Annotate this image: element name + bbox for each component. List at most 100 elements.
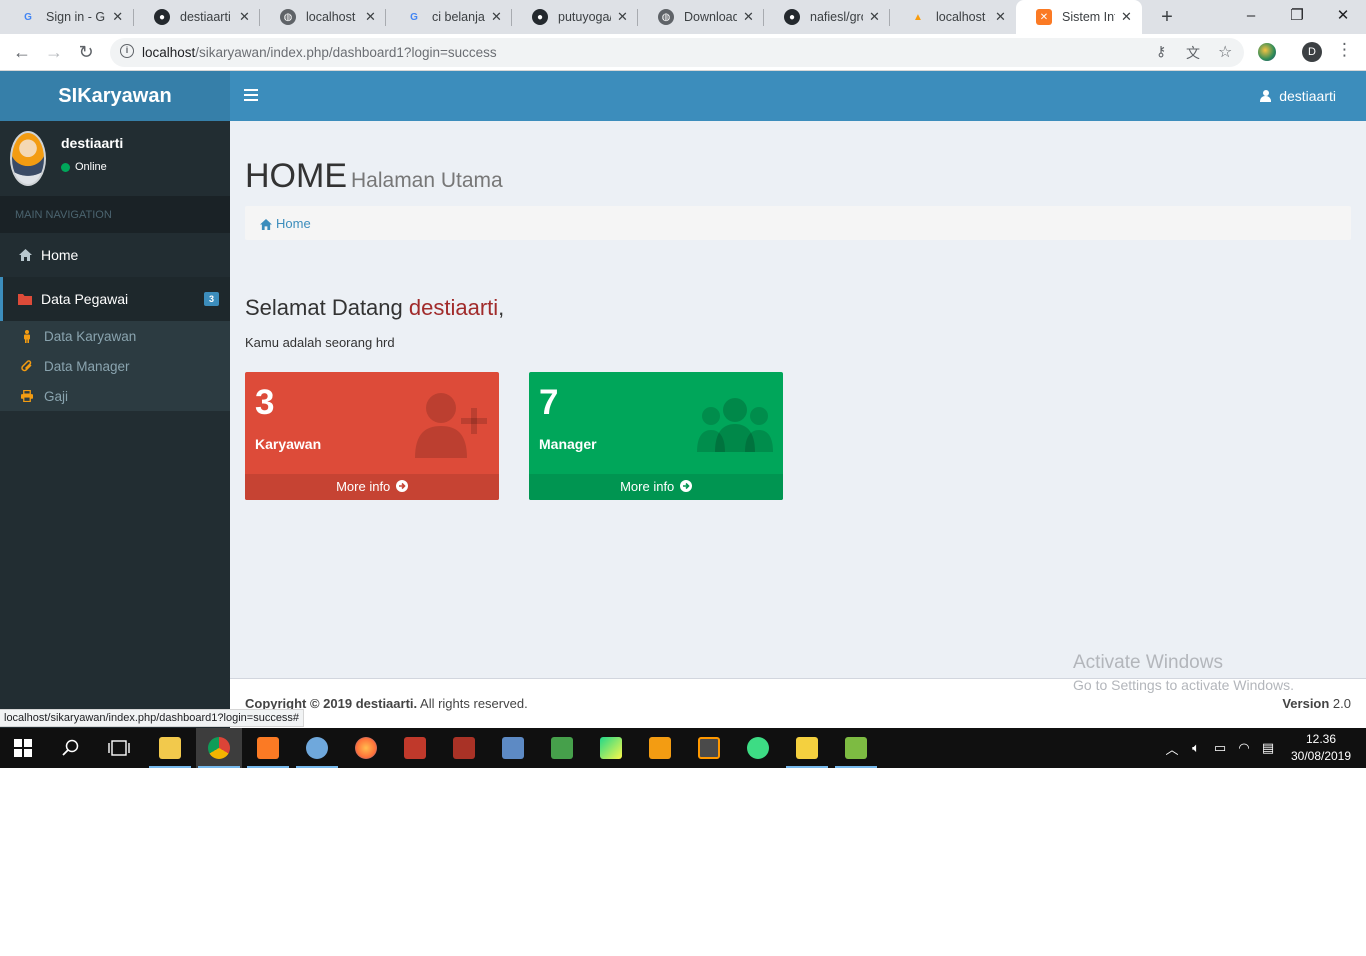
xampp-icon: ✕ bbox=[1036, 9, 1052, 25]
browser-tab[interactable]: ● destiaarti (c ✕ bbox=[134, 0, 260, 34]
taskbar-app-green[interactable] bbox=[539, 728, 585, 768]
phpmyadmin-icon: ▲ bbox=[913, 11, 923, 23]
main-content: HOME Halaman Utama Home Selamat Datang de… bbox=[230, 121, 1366, 678]
app-logo[interactable]: SIKaryawan bbox=[0, 71, 230, 121]
xampp-icon bbox=[257, 737, 279, 759]
role-text: Kamu adalah seorang hrd bbox=[245, 335, 395, 350]
close-tab-icon[interactable]: ✕ bbox=[365, 9, 376, 25]
sidebar-item-home[interactable]: Home bbox=[0, 233, 230, 277]
browser-tab[interactable]: ● nafiesl/gros ✕ bbox=[764, 0, 890, 34]
sidebar-toggle-icon[interactable] bbox=[244, 86, 258, 106]
browser-tab[interactable]: ▲ localhost / ✕ bbox=[890, 0, 1016, 34]
status-text: Online bbox=[75, 161, 107, 173]
wifi-icon[interactable]: ◠ bbox=[1232, 740, 1256, 756]
taskbar-app-paint[interactable] bbox=[294, 728, 340, 768]
page-subtitle: Halaman Utama bbox=[351, 169, 503, 192]
tab-title: nafiesl/gros bbox=[810, 10, 863, 24]
back-arrow-icon[interactable]: ← bbox=[10, 40, 34, 64]
task-view-button[interactable] bbox=[96, 728, 142, 768]
close-window-icon[interactable]: ✕ bbox=[1320, 2, 1366, 30]
chevron-up-icon[interactable]: ︿ bbox=[1160, 739, 1184, 758]
battery-icon[interactable]: ▭ bbox=[1208, 740, 1232, 756]
karyawan-count: 3 bbox=[255, 383, 275, 422]
sidebar-item-data-pegawai[interactable]: Data Pegawai 3 bbox=[0, 277, 230, 321]
browser-tab[interactable]: G Sign in - Gc ✕ bbox=[0, 0, 134, 34]
notification-icon[interactable]: ▤ bbox=[1256, 740, 1280, 756]
close-tab-icon[interactable]: ✕ bbox=[491, 9, 502, 25]
google-icon: G bbox=[410, 11, 418, 23]
avatar bbox=[10, 131, 46, 186]
breadcrumb-home-link[interactable]: Home bbox=[276, 216, 311, 231]
search-button[interactable] bbox=[48, 728, 94, 768]
taskbar-clock[interactable]: 12.36 30/08/2019 bbox=[1286, 731, 1356, 765]
start-button[interactable] bbox=[0, 728, 46, 768]
extension-icon[interactable] bbox=[1258, 43, 1276, 61]
karyawan-more-info-link[interactable]: More info bbox=[245, 474, 499, 500]
taskbar-app-pdf[interactable] bbox=[637, 728, 683, 768]
version-label: Version bbox=[1282, 696, 1330, 711]
sidebar-item-label: Data Manager bbox=[44, 358, 130, 374]
tab-title: Sign in - Gc bbox=[46, 10, 106, 24]
close-tab-icon[interactable]: ✕ bbox=[1121, 9, 1132, 25]
count-badge: 3 bbox=[203, 292, 219, 306]
sidebar-item-data-manager[interactable]: Data Manager bbox=[0, 351, 230, 381]
taskbar-app-pycharm[interactable] bbox=[588, 728, 634, 768]
taskbar-app-notepad[interactable] bbox=[833, 728, 879, 768]
taskbar-app-firefox[interactable] bbox=[343, 728, 389, 768]
arrow-circle-right-icon bbox=[679, 480, 692, 492]
taskbar-app-xampp[interactable] bbox=[245, 728, 291, 768]
forward-arrow-icon[interactable]: → bbox=[42, 40, 66, 64]
browser-menu-icon[interactable]: ⋮ bbox=[1336, 40, 1353, 60]
taskbar-app-red-1[interactable] bbox=[392, 728, 438, 768]
taskbar-app-file-explorer[interactable] bbox=[147, 728, 193, 768]
browser-tab[interactable]: G ci belanja g ✕ bbox=[386, 0, 512, 34]
sidebar-item-gaji[interactable]: Gaji bbox=[0, 381, 230, 411]
site-info-icon[interactable]: i bbox=[120, 44, 134, 58]
person-icon bbox=[21, 329, 33, 343]
more-info-label: More info bbox=[620, 479, 678, 494]
taskbar-app-red-2[interactable] bbox=[441, 728, 487, 768]
address-bar[interactable]: i localhost/sikaryawan/index.php/dashboa… bbox=[110, 38, 1244, 67]
profile-avatar[interactable]: D bbox=[1302, 42, 1322, 62]
browser-tab[interactable]: ◍ Download S ✕ bbox=[638, 0, 764, 34]
browser-toolbar: ← → ↻ i localhost/sikaryawan/index.php/d… bbox=[0, 34, 1366, 71]
search-icon bbox=[62, 739, 79, 756]
key-icon[interactable]: ⚷ bbox=[1156, 43, 1166, 60]
user-menu[interactable]: destiaarti bbox=[1260, 71, 1336, 121]
new-tab-plus-icon[interactable]: + bbox=[1156, 6, 1178, 29]
app-icon bbox=[453, 737, 475, 759]
close-tab-icon[interactable]: ✕ bbox=[239, 9, 250, 25]
users-group-icon bbox=[697, 390, 773, 460]
page-title-text: HOME bbox=[245, 157, 347, 195]
close-tab-icon[interactable]: ✕ bbox=[869, 9, 880, 25]
karyawan-stat-box: 3 Karyawan More info bbox=[245, 372, 499, 500]
browser-tab[interactable]: ◍ localhost ✕ bbox=[260, 0, 386, 34]
close-tab-icon[interactable]: ✕ bbox=[743, 9, 754, 25]
browser-tab-active[interactable]: ✕ Sistem Infor ✕ bbox=[1016, 0, 1142, 34]
bookmark-star-icon[interactable]: ☆ bbox=[1218, 42, 1232, 62]
manager-more-info-link[interactable]: More info bbox=[529, 474, 783, 500]
tab-title: ci belanja g bbox=[432, 10, 485, 24]
browser-tab-bar: G Sign in - Gc ✕ ● destiaarti (c ✕ ◍ loc… bbox=[0, 0, 1366, 34]
close-tab-icon[interactable]: ✕ bbox=[617, 9, 628, 25]
close-tab-icon[interactable]: ✕ bbox=[995, 9, 1006, 25]
taskbar-app-chrome[interactable] bbox=[196, 728, 242, 768]
github-icon: ● bbox=[532, 9, 548, 25]
address-url[interactable]: localhost/sikaryawan/index.php/dashboard… bbox=[142, 45, 497, 60]
sidebar-item-data-karyawan[interactable]: Data Karyawan bbox=[0, 321, 230, 351]
taskbar-app-remote-desktop[interactable] bbox=[490, 728, 536, 768]
taskbar-app-android-studio[interactable] bbox=[735, 728, 781, 768]
translate-icon[interactable]: 文 bbox=[1186, 43, 1200, 63]
restore-icon[interactable]: ❐ bbox=[1274, 2, 1320, 30]
taskbar-app-sublime-text[interactable] bbox=[686, 728, 732, 768]
minimize-icon[interactable]: – bbox=[1228, 2, 1274, 30]
karyawan-label: Karyawan bbox=[255, 436, 322, 452]
reload-icon[interactable]: ↻ bbox=[74, 40, 98, 64]
close-tab-icon[interactable]: ✕ bbox=[111, 9, 124, 25]
paperclip-icon bbox=[21, 360, 33, 372]
browser-tab[interactable]: ● putuyoga/c ✕ bbox=[512, 0, 638, 34]
taskbar-app-folder-sync[interactable] bbox=[784, 728, 830, 768]
system-tray: ︿ 🔈︎ ▭ ◠ ▤ bbox=[1160, 728, 1280, 768]
volume-icon[interactable]: 🔈︎ bbox=[1184, 740, 1208, 756]
welcome-heading: Selamat Datang destiaarti, bbox=[245, 295, 504, 321]
